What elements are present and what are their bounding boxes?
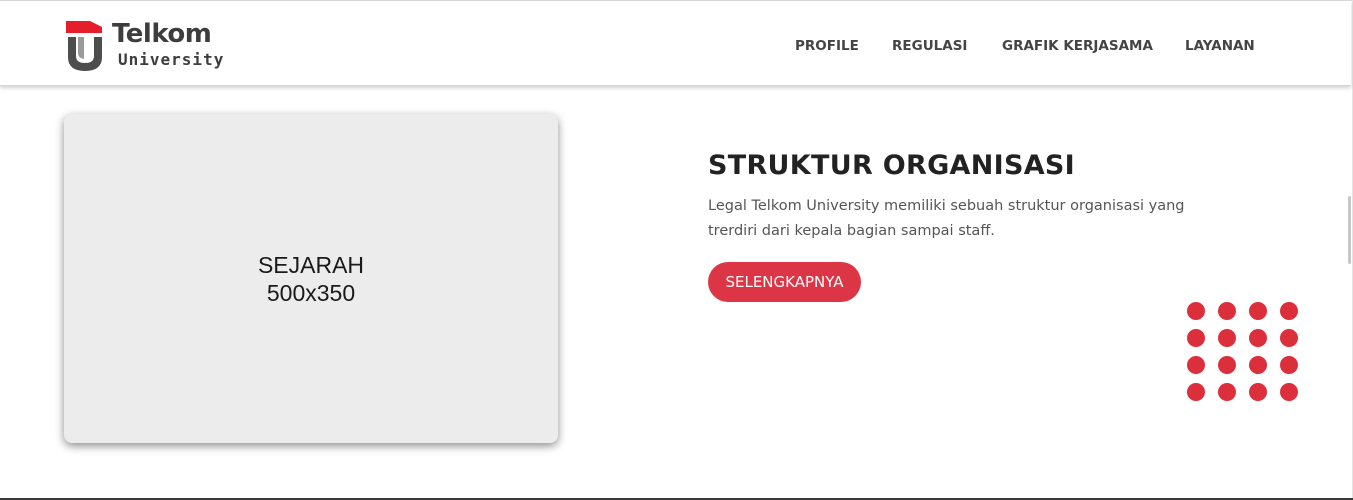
scrollbar-thumb[interactable] <box>1348 196 1351 264</box>
selengkapnya-button[interactable]: SELENGKAPNYA <box>708 262 861 302</box>
dot-icon <box>1249 383 1267 401</box>
placeholder-line-1: SEJARAH <box>257 252 365 278</box>
dot-icon <box>1280 383 1298 401</box>
section-title: STRUKTUR ORGANISASI <box>708 150 1076 181</box>
main-nav: PROFILE REGULASI GRAFIK KERJASAMA LAYANA… <box>0 38 1351 58</box>
nav-item-profile[interactable]: PROFILE <box>795 38 859 54</box>
section-description: Legal Telkom University memiliki sebuah … <box>708 194 1208 244</box>
dot-icon <box>1249 329 1267 347</box>
dot-icon <box>1280 356 1298 374</box>
placeholder-label: SEJARAH 500x350 <box>64 251 558 307</box>
dot-icon <box>1218 383 1236 401</box>
dot-icon <box>1280 329 1298 347</box>
navbar: Telkom University PROFILE REGULASI GRAFI… <box>0 1 1351 86</box>
dot-icon <box>1249 356 1267 374</box>
description-line-1: Legal Telkom University memiliki sebuah … <box>708 198 1185 214</box>
image-placeholder-card: SEJARAH 500x350 <box>64 114 558 443</box>
nav-item-grafik-kerjasama[interactable]: GRAFIK KERJASAMA <box>1002 38 1153 54</box>
nav-item-layanan[interactable]: LAYANAN <box>1185 38 1255 54</box>
dot-icon <box>1249 302 1267 320</box>
dot-icon <box>1187 383 1205 401</box>
dot-icon <box>1187 302 1205 320</box>
dot-grid-icon <box>1187 302 1299 402</box>
description-line-2: trerdiri dari kepala bagian sampai staff… <box>708 223 995 239</box>
dot-icon <box>1218 356 1236 374</box>
dot-icon <box>1187 329 1205 347</box>
dot-icon <box>1218 302 1236 320</box>
placeholder-line-2: 500x350 <box>266 280 356 306</box>
nav-item-regulasi[interactable]: REGULASI <box>892 38 967 54</box>
dot-icon <box>1187 356 1205 374</box>
dot-icon <box>1218 329 1236 347</box>
dot-icon <box>1280 302 1298 320</box>
